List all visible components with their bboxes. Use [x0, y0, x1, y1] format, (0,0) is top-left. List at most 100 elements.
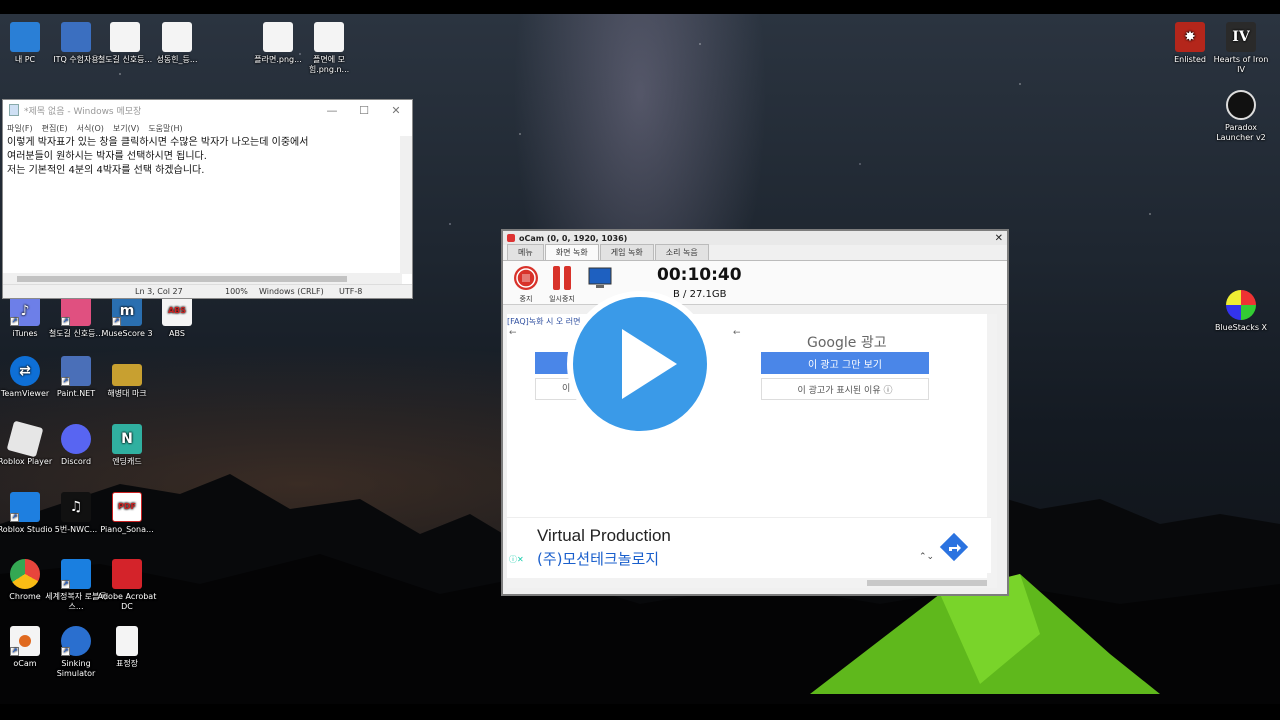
icon-label: 해병대 마크: [107, 389, 147, 398]
icon-label: Paradox Launcher v2: [1216, 123, 1266, 142]
discord-icon: [61, 424, 91, 454]
hoi4-icon: IV: [1226, 22, 1256, 52]
recording-time: 00:10:40: [657, 265, 742, 285]
sinking-simulator-icon: ↗: [61, 626, 91, 656]
menu-help[interactable]: 도움말(H): [148, 123, 182, 134]
file-icon: [263, 22, 293, 52]
ocam-tabs: 메뉴 화면 녹화 게임 녹화 소리 녹음: [503, 244, 1007, 261]
desktop-icon-bluestacks[interactable]: BlueStacks X: [1209, 290, 1273, 333]
vertical-scrollbar[interactable]: [400, 136, 412, 274]
ad-info-icon[interactable]: ⓘ✕: [509, 554, 524, 565]
zoom-level: 100%: [225, 287, 248, 296]
roblox-studio-icon: ↗: [10, 492, 40, 522]
ad-company: (주)모션테크놀로지: [537, 550, 660, 568]
why-ad-button[interactable]: 이 광고가 표시된 이유 ⓘ: [761, 378, 929, 400]
notepad-window[interactable]: *제목 없음 - Windows 메모장 — ☐ ✕ 파일(F) 편집(E) 서…: [2, 99, 413, 299]
n-app-icon: N: [112, 424, 142, 454]
music-notes-icon: ♫: [61, 492, 91, 522]
ocam-icon: [507, 234, 515, 242]
google-ads-title: Google 광고: [807, 335, 887, 351]
roblox-icon: [6, 420, 44, 458]
notepad-text-area[interactable]: 이렇게 박자표가 있는 창을 클릭하시면 수많은 박자가 나오는데 이중에서 여…: [7, 136, 398, 260]
letterbox-top: [0, 0, 1280, 14]
tab-menu[interactable]: 메뉴: [507, 244, 544, 260]
ad-banner[interactable]: Virtual Production (주)모션테크놀로지 ⌃⌄ ⓘ✕: [507, 517, 991, 573]
desktop-icon-abs[interactable]: ABS ABS: [145, 296, 209, 339]
app-icon: ↗: [61, 296, 91, 326]
menu-file[interactable]: 파일(F): [7, 123, 33, 134]
tab-audio-record[interactable]: 소리 녹음: [654, 244, 709, 260]
menu-view[interactable]: 보기(V): [113, 123, 139, 134]
paradox-icon: [1226, 90, 1256, 120]
icon-label: BlueStacks X: [1214, 323, 1268, 332]
cursor-position: Ln 3, Col 27: [135, 287, 183, 296]
letterbox-bottom: [0, 704, 1280, 720]
text-line: 저는 기본적인 4분의 4박자를 선택 하겠습니다.: [7, 165, 205, 176]
horizontal-scrollbar[interactable]: [507, 578, 997, 588]
icon-label: Piano_Sona...: [100, 525, 154, 534]
abs-icon: ABS: [162, 296, 192, 326]
close-button[interactable]: ✕: [995, 233, 1003, 244]
icon-label: 플면에 모힘.png.n...: [308, 55, 350, 74]
file-icon: [162, 22, 192, 52]
desktop-icon-paradox[interactable]: Paradox Launcher v2: [1209, 90, 1273, 143]
icon-label: Hearts of Iron IV: [1213, 55, 1269, 74]
icon-label: ABS: [169, 329, 185, 338]
monitor-icon: [588, 267, 612, 288]
icon-label: 성동힌_등...: [156, 55, 198, 64]
itunes-icon: ♪ ↗: [10, 296, 40, 326]
back-arrow-icon[interactable]: ←: [733, 328, 741, 338]
desktop-icon-seongdong-file[interactable]: 성동힌_등...: [145, 22, 209, 65]
tab-game-record[interactable]: 게임 녹화: [599, 244, 654, 260]
acrobat-icon: [112, 559, 142, 589]
icon-label: Adobe Acrobat DC: [97, 592, 157, 611]
desktop-icon-doc[interactable]: 표정장: [95, 626, 159, 669]
ocam-icon: ↗: [10, 626, 40, 656]
pdf-icon: PDF: [112, 492, 142, 522]
desktop-icon-hoi4[interactable]: IV Hearts of Iron IV: [1209, 22, 1273, 75]
tab-screen-record[interactable]: 화면 녹화: [544, 244, 599, 260]
text-line: 여러분들이 원하시는 박자를 선택하시면 됩니다.: [7, 151, 207, 162]
teamviewer-icon: ⇄: [10, 356, 40, 386]
desktop-icon-endingcad[interactable]: N 엔딩캐드: [95, 424, 159, 467]
desktop-icon-acrobat[interactable]: Adobe Acrobat DC: [95, 559, 159, 612]
stop-icon: [514, 266, 538, 290]
maximize-button[interactable]: ☐: [348, 104, 380, 117]
notepad-titlebar[interactable]: *제목 없음 - Windows 메모장 — ☐ ✕: [3, 100, 412, 120]
file-icon: [110, 22, 140, 52]
chrome-icon: [10, 559, 40, 589]
minimize-button[interactable]: —: [316, 104, 348, 117]
stop-label: 중지: [519, 295, 533, 303]
line-ending: Windows (CRLF): [259, 287, 324, 296]
go-arrow-icon[interactable]: [939, 532, 969, 562]
play-button-icon[interactable]: [565, 289, 715, 439]
notepad-menubar: 파일(F) 편집(E) 서식(O) 보기(V) 도움말(H): [3, 120, 412, 136]
back-arrow-icon[interactable]: ←: [509, 328, 517, 338]
bluestacks-icon: [1226, 290, 1256, 320]
desktop-icon-piano-pdf[interactable]: PDF Piano_Sona...: [95, 492, 159, 535]
scroll-thumb[interactable]: [17, 276, 347, 282]
ad-title: Virtual Production: [537, 526, 671, 545]
musescore-icon: m ↗: [112, 296, 142, 326]
icon-label: 표정장: [115, 659, 139, 668]
paintnet-icon: ↗: [61, 356, 91, 386]
menu-format[interactable]: 서식(O): [77, 123, 104, 134]
stop-button[interactable]: 중지: [509, 265, 543, 304]
roblox-icon: ↗: [61, 559, 91, 589]
desktop-icon-marine-mark[interactable]: 해병대 마크: [95, 364, 159, 399]
enlisted-icon: ✸: [1175, 22, 1205, 52]
ocam-title: oCam (0, 0, 1920, 1036): [519, 233, 628, 243]
expand-chevron-icon[interactable]: ⌃⌄: [919, 552, 934, 562]
scroll-thumb[interactable]: [867, 580, 987, 586]
notepad-statusbar: Ln 3, Col 27 100% Windows (CRLF) UTF-8: [3, 284, 412, 298]
ocam-titlebar[interactable]: oCam (0, 0, 1920, 1036) ✕: [503, 231, 1007, 245]
file-icon: [314, 22, 344, 52]
stop-ad-button[interactable]: 이 광고 그만 보기: [761, 352, 929, 374]
notepad-icon: [9, 104, 19, 116]
menu-edit[interactable]: 편집(E): [42, 123, 68, 134]
desktop-icon-png-2[interactable]: 플면에 모힘.png.n...: [297, 22, 361, 75]
text-line: 이렇게 박자표가 있는 창을 클릭하시면 수많은 박자가 나오는데 이중에서: [7, 137, 309, 148]
pause-icon: [553, 266, 571, 290]
close-button[interactable]: ✕: [380, 104, 412, 117]
encoding: UTF-8: [339, 287, 363, 296]
